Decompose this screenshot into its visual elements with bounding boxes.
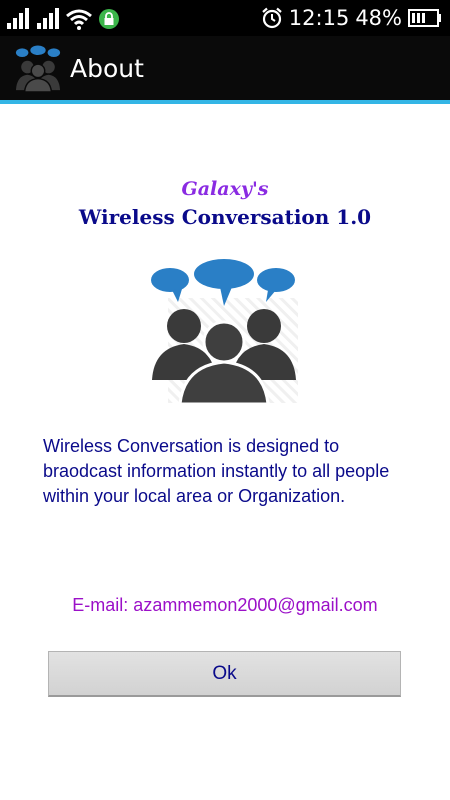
status-icons-left [6,6,120,30]
action-bar-divider [0,100,450,104]
signal-icon [37,8,59,29]
people-chat-icon [151,259,298,406]
wifi-icon [66,9,92,30]
contact-email[interactable]: E-mail: azammemon2000@gmail.com [0,592,450,618]
battery-percent: 48% [355,6,402,30]
app-description: Wireless Conversation is designed to bra… [43,436,390,506]
people-chat-icon[interactable] [14,44,62,92]
action-bar-title: About [70,54,144,83]
action-bar [0,36,450,100]
battery-icon [408,9,441,27]
about-screen: 12:15 48% About Galaxy's Wireless Conver… [0,0,450,800]
ok-button[interactable]: Ok [48,651,401,697]
signal-icon [7,8,29,29]
brand-label: Galaxy's [181,178,269,200]
app-title: Wireless Conversation 1.0 [78,205,372,229]
status-bar: 12:15 48% [0,0,450,36]
lock-icon [99,9,119,29]
alarm-icon [262,7,282,29]
status-icons-right: 12:15 48% [261,4,442,32]
status-time: 12:15 [288,6,350,30]
